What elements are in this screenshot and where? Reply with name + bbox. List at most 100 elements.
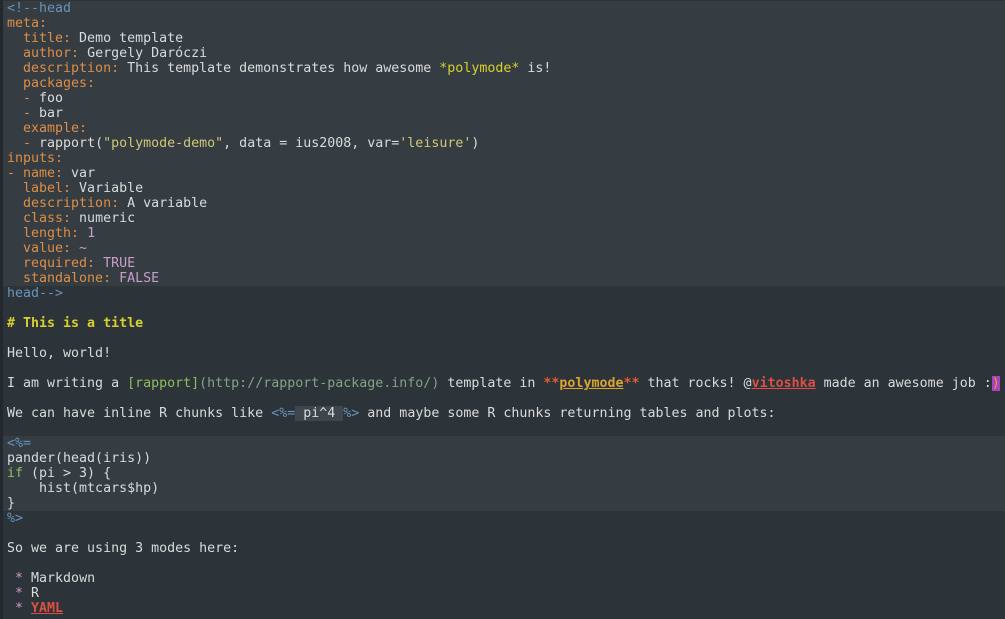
code-segment: *polymode*: [439, 61, 519, 76]
code-segment: numeric: [71, 211, 135, 226]
code-segment: and maybe some R chunks returning tables…: [359, 406, 775, 421]
code-segment: I am writing a: [7, 376, 127, 391]
code-line[interactable]: <%=: [3, 436, 1005, 451]
code-segment: 1: [79, 226, 95, 241]
code-segment: that rocks! @: [639, 376, 751, 391]
code-line[interactable]: [7, 301, 1005, 316]
code-line[interactable]: meta:: [3, 16, 1005, 31]
code-segment: length:: [7, 226, 79, 241]
code-segment: title:: [7, 31, 71, 46]
code-line[interactable]: head-->: [7, 286, 1005, 301]
code-line[interactable]: So we are using 3 modes here:: [7, 541, 1005, 556]
chunk-head-delimiter: <!--head: [7, 1, 71, 16]
code-line[interactable]: }: [3, 496, 1005, 511]
code-line[interactable]: inputs:: [3, 151, 1005, 166]
code-line[interactable]: example:: [3, 121, 1005, 136]
link-polymode: polymode: [559, 376, 623, 391]
code-line[interactable]: standalone: FALSE: [3, 271, 1005, 286]
code-line[interactable]: class: numeric: [3, 211, 1005, 226]
mention-vitoshka: vitoshka: [752, 376, 816, 391]
code-line[interactable]: length: 1: [3, 226, 1005, 241]
code-segment: }: [7, 496, 15, 511]
code-line[interactable]: description: This template demonstrates …: [3, 61, 1005, 76]
inline-chunk-close: %>: [343, 406, 359, 421]
code-segment: ): [471, 136, 479, 151]
code-segment: foo: [39, 91, 63, 106]
code-segment: template in: [439, 376, 543, 391]
list-bullet: *: [7, 601, 31, 616]
code-line[interactable]: hist(mtcars$hp): [3, 481, 1005, 496]
code-segment: - name:: [7, 166, 63, 181]
code-segment: -: [7, 106, 39, 121]
code-segment: class:: [7, 211, 71, 226]
code-line[interactable]: [7, 361, 1005, 376]
code-line[interactable]: - rapport("polymode-demo", data = ius200…: [3, 136, 1005, 151]
code-line[interactable]: I am writing a [rapport](http://rapport-…: [7, 376, 1005, 391]
code-segment: meta:: [7, 16, 47, 31]
code-segment: if: [7, 466, 23, 481]
code-line[interactable]: <!--head: [3, 1, 1005, 16]
link-rapport-url: (http://rapport-package.info/): [199, 376, 439, 391]
code-segment: required:: [7, 256, 95, 271]
code-line[interactable]: [7, 331, 1005, 346]
code-line[interactable]: - bar: [3, 106, 1005, 121]
code-segment: Demo template: [71, 31, 183, 46]
code-line[interactable]: required: TRUE: [3, 256, 1005, 271]
code-segment: inputs:: [7, 151, 63, 166]
code-segment: "polymode-demo": [103, 136, 223, 151]
code-line[interactable]: * Markdown: [7, 571, 1005, 586]
code-segment: is!: [519, 61, 551, 76]
code-line[interactable]: # This is a title: [7, 316, 1005, 331]
code-line[interactable]: * YAML: [7, 601, 1005, 616]
code-line[interactable]: We can have inline R chunks like <%= pi^…: [7, 406, 1005, 421]
code-line[interactable]: * R: [7, 586, 1005, 601]
code-area: <!--headmeta: title: Demo template autho…: [7, 1, 1005, 616]
list-bullet: *: [7, 571, 31, 586]
code-line[interactable]: - name: var: [3, 166, 1005, 181]
code-segment: bar: [39, 106, 63, 121]
markdown-heading: # This is a title: [7, 316, 143, 331]
code-segment: This template demonstrates how awesome: [119, 61, 439, 76]
code-segment: Variable: [71, 181, 143, 196]
code-line[interactable]: [7, 526, 1005, 541]
code-line[interactable]: description: A variable: [3, 196, 1005, 211]
code-segment: description:: [7, 61, 119, 76]
code-segment: packages:: [7, 76, 95, 91]
code-segment: label:: [7, 181, 71, 196]
code-line[interactable]: value: ~: [3, 241, 1005, 256]
code-line[interactable]: - foo: [3, 91, 1005, 106]
code-line[interactable]: Hello, world!: [7, 346, 1005, 361]
code-line[interactable]: [7, 556, 1005, 571]
code-segment: example:: [7, 121, 87, 136]
code-segment: (pi > 3) {: [23, 466, 111, 481]
code-line[interactable]: pander(head(iris)): [3, 451, 1005, 466]
list-bullet: *: [7, 586, 31, 601]
code-line[interactable]: [7, 391, 1005, 406]
code-segment: -: [7, 136, 39, 151]
code-segment: author:: [7, 46, 79, 61]
chunk-open-delimiter: <%=: [7, 436, 31, 451]
code-line[interactable]: packages:: [3, 76, 1005, 91]
code-segment: Hello, world!: [7, 346, 111, 361]
code-segment: TRUE: [95, 256, 135, 271]
code-line[interactable]: title: Demo template: [3, 31, 1005, 46]
code-segment: A variable: [119, 196, 207, 211]
chunk-tail-delimiter: head-->: [7, 286, 63, 301]
code-segment: Markdown: [31, 571, 95, 586]
code-segment: We can have inline R chunks like: [7, 406, 271, 421]
code-line[interactable]: label: Variable: [3, 181, 1005, 196]
code-segment: pander(head(iris)): [7, 451, 151, 466]
code-line[interactable]: author: Gergely Daróczi: [3, 46, 1005, 61]
text-cursor: ): [992, 376, 1000, 391]
code-segment: value:: [7, 241, 71, 256]
link-rapport: [rapport]: [127, 376, 199, 391]
code-line[interactable]: if (pi > 3) {: [3, 466, 1005, 481]
code-segment: So we are using 3 modes here:: [7, 541, 239, 556]
code-line[interactable]: %>: [7, 511, 1005, 526]
editor-buffer[interactable]: <!--headmeta: title: Demo template autho…: [0, 0, 1005, 619]
code-segment: **: [623, 376, 639, 391]
inline-r-code: pi^4: [295, 406, 343, 421]
chunk-close-delimiter: %>: [7, 511, 23, 526]
code-segment: Gergely Daróczi: [79, 46, 207, 61]
code-line[interactable]: [7, 421, 1005, 436]
